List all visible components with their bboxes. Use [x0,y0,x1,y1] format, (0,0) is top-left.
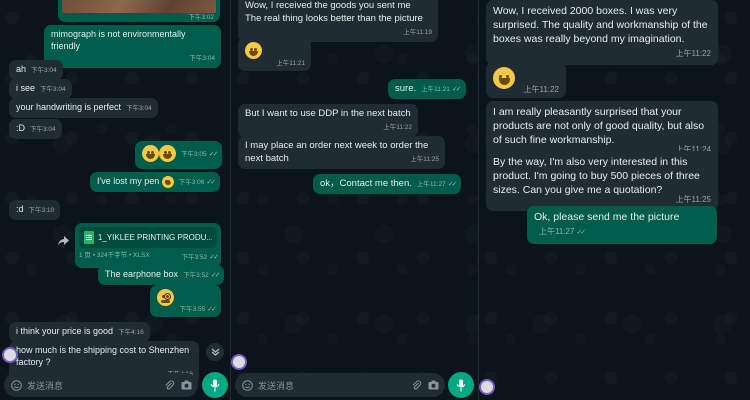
camera-icon[interactable] [180,379,192,391]
file-message[interactable]: 1_YIKLEE PRINTING PRODU... 1 页 • 324千字节 … [75,223,221,268]
message-text: i see [16,83,36,93]
message-input[interactable]: 发送消息 [258,379,405,392]
message-time: 下午3:02 [188,14,214,21]
file-meta: 1 页 • 324千字节 • XLSX [79,252,150,259]
emoji-message[interactable]: 下午3:05 ✓✓ [135,141,223,169]
message-bubble[interactable]: sure. 上午11:21 ✓✓ [388,79,466,99]
message-text: :D [16,123,25,133]
mic-icon [210,379,220,391]
message-time: 下午3:06 [178,179,205,186]
message-time: 上午11:27 [539,227,575,236]
message-time: 下午3:05 [181,150,207,158]
message-time: 下午3:04 [31,67,57,74]
smile-emoji-icon [161,175,174,188]
message-bubble[interactable]: :d 下午3:10 [9,200,61,220]
message-text: Wow, I received the goods you sent me Th… [245,0,423,24]
message-input-bar[interactable]: 发送消息 [4,373,198,397]
message-text: ah [16,64,27,74]
message-text: ok，Contact me then. [320,178,412,189]
avatar[interactable] [479,379,495,395]
message-text: I am really pleasantly surprised that yo… [493,106,708,146]
grin-emoji-icon [159,145,176,162]
emoji-message[interactable]: 上午11:22 [486,62,566,98]
grin-emoji-icon [142,145,159,162]
spreadsheet-file-icon [84,231,94,244]
forward-icon[interactable] [56,234,70,248]
grin-emoji-icon [245,42,262,59]
message-text: The earphone box [105,269,179,279]
double-check-icon: ✓✓ [451,86,462,93]
message-time: 下午3:04 [30,126,56,133]
message-bubble[interactable]: But I want to use DDP in the next batch … [238,104,418,137]
attach-icon[interactable] [163,379,175,391]
message-text: By the way, I'm also very interested in … [493,156,703,196]
emoji-message[interactable]: 上午11:21 [238,37,311,71]
message-time: 下午3:10 [28,207,55,214]
message-bubble[interactable]: The earphone box 下午3:52 ✓✓ [98,265,225,285]
message-bubble[interactable]: i see 下午3:04 [9,79,72,99]
message-bubble[interactable]: I may place an order next week to order … [238,136,445,169]
mic-button[interactable] [202,372,228,398]
message-input-bar[interactable]: 发送消息 [235,373,445,397]
message-bubble[interactable]: i think your price is good 下午4:16 [9,322,150,342]
message-text: Wow, I received 2000 boxes. I was very s… [493,5,711,45]
message-bubble[interactable]: your handwriting is perfect 下午3:04 [9,98,158,118]
message-time: 下午3:52 [181,254,208,261]
avatar[interactable] [2,347,18,363]
image-message[interactable]: 下午3:02 [58,0,220,22]
message-bubble[interactable]: ah 下午3:04 [9,60,63,80]
message-text: mimograph is not environmentally friendl… [51,29,189,51]
avatar[interactable] [231,354,247,370]
message-bubble[interactable]: :D 下午3:04 [9,119,62,139]
message-text: But I want to use DDP in the next batch [245,108,411,119]
message-bubble[interactable]: ok，Contact me then. 上午11:27 ✓✓ [313,174,462,194]
message-text: sure. [395,83,417,94]
mic-icon [456,379,466,391]
emoji-message[interactable]: 下午3:55 ✓✓ [150,285,221,317]
message-time: 下午3:52 [183,272,209,279]
monocle-emoji-icon [157,289,174,306]
double-check-icon: ✓✓ [209,254,219,261]
double-check-icon: ✓✓ [210,272,221,279]
message-text: I've lost my pen [97,176,160,186]
message-time: 下午3:04 [189,55,215,62]
message-time: 下午3:04 [40,86,66,93]
message-text: :d [16,204,24,214]
message-text: how much is the shipping cost to Shenzhe… [16,345,192,367]
camera-icon[interactable] [427,379,439,391]
message-time: 下午3:04 [126,105,152,112]
chat-panel-1: 下午3:02 mimograph is not environmentally … [0,0,230,400]
attach-icon[interactable] [410,379,422,391]
message-time: 上午11:22 [675,49,711,58]
message-time: 下午4:16 [118,329,144,336]
message-text: i think your price is good [16,326,114,336]
emoji-icon[interactable] [10,379,22,391]
grin-emoji-icon [493,67,515,89]
chat-panel-3: Wow, I received 2000 boxes. I was very s… [479,0,750,400]
double-check-icon: ✓✓ [206,179,216,186]
message-bubble[interactable]: Ok, please send me the picture 上午11:27 ✓✓ [527,206,717,244]
message-time: 上午11:21 [421,86,450,93]
file-name: 1_YIKLEE PRINTING PRODU... [97,232,212,242]
double-check-icon: ✓✓ [208,150,219,158]
message-text: your handwriting is perfect [16,102,122,112]
message-text: Ok, please send me the picture [534,211,680,223]
message-bubble[interactable]: By the way, I'm also very interested in … [486,151,718,211]
message-bubble[interactable]: I've lost my pen 下午3:06 ✓✓ [90,172,221,192]
chevron-down-icon [211,348,219,356]
double-check-icon: ✓✓ [447,181,458,188]
message-bubble[interactable]: Wow, I received the goods you sent me Th… [238,0,438,42]
message-time: 上午11:22 [383,124,412,131]
file-card[interactable]: 1_YIKLEE PRINTING PRODU... [79,227,217,248]
mic-button[interactable] [448,372,474,398]
message-bubble[interactable]: Wow, I received 2000 boxes. I was very s… [486,0,718,65]
chat-panel-2: Wow, I received the goods you sent me Th… [231,0,478,400]
emoji-icon[interactable] [241,379,253,391]
message-bubble[interactable]: mimograph is not environmentally friendl… [44,25,221,68]
message-input[interactable]: 发送消息 [27,379,158,392]
scroll-down-button[interactable] [206,343,224,361]
double-check-icon: ✓✓ [576,229,586,236]
message-time: 上午11:27 [416,181,446,188]
